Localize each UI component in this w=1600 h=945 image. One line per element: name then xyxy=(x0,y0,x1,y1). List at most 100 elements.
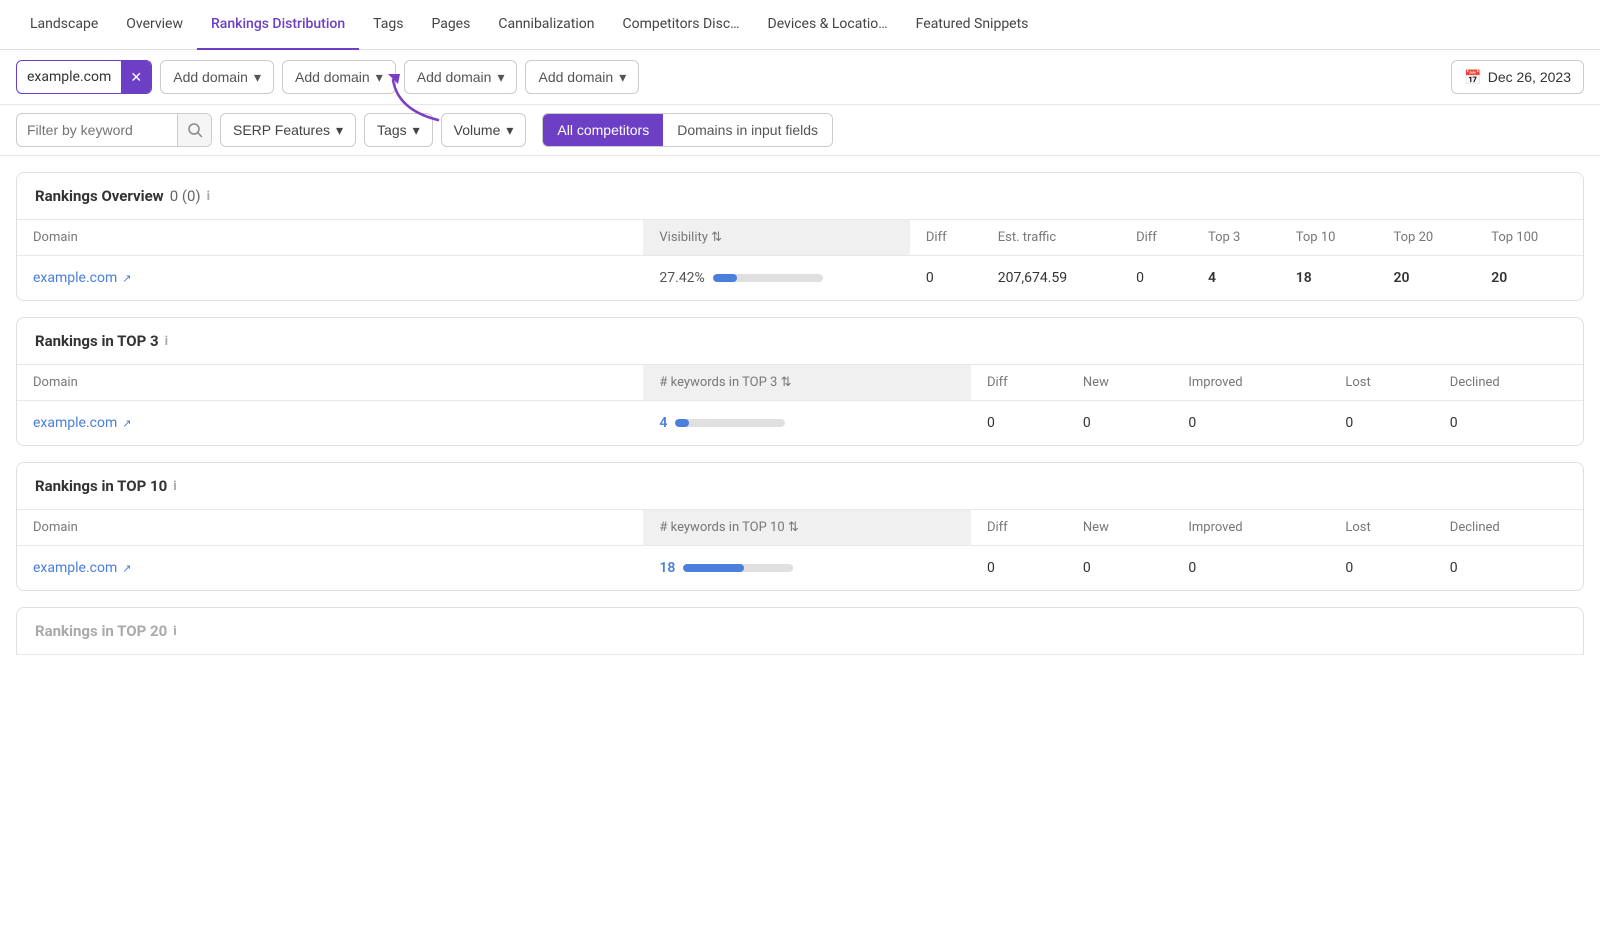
add-domain-button-4[interactable]: Add domain ▾ xyxy=(525,60,639,94)
main-content: Rankings Overview 0 (0) i Domain Visibil… xyxy=(0,156,1600,687)
col-new: New xyxy=(1067,365,1172,401)
rankings-overview-info[interactable]: i xyxy=(207,189,210,204)
add-domain-button-3[interactable]: Add domain ▾ xyxy=(404,60,518,94)
rankings-top10-title: Rankings in TOP 10 xyxy=(35,477,167,495)
col-top100: Top 100 xyxy=(1475,220,1583,256)
nav-overview[interactable]: Overview xyxy=(112,0,197,50)
col-diff: Diff xyxy=(971,365,1067,401)
toolbar: example.com ✕ Add domain ▾ Add domain ▾ … xyxy=(0,50,1600,105)
chevron-down-icon: ▾ xyxy=(497,69,504,86)
tags-dropdown[interactable]: Tags ▾ xyxy=(364,113,433,147)
nav-landscape[interactable]: Landscape xyxy=(16,0,112,50)
domain-link[interactable]: example.com ↗ xyxy=(33,560,627,576)
col-diff: Diff xyxy=(971,510,1067,546)
chevron-down-icon: ▾ xyxy=(336,122,343,139)
cell-domain: example.com ↗ xyxy=(17,401,643,446)
date-picker-button[interactable]: 📅 Dec 26, 2023 xyxy=(1451,60,1584,94)
rankings-overview-count: 0 (0) xyxy=(170,187,201,205)
keyword-filter-wrap xyxy=(16,113,212,147)
cell-top10[interactable]: 18 xyxy=(1280,256,1378,301)
keywords-bar-fill xyxy=(675,419,688,427)
table-row: example.com ↗ 27.42% xyxy=(17,256,1583,301)
nav-featured-snippets[interactable]: Featured Snippets xyxy=(902,0,1043,50)
col-diff2: Diff xyxy=(1120,220,1192,256)
nav-competitors-disc[interactable]: Competitors Disc… xyxy=(608,0,753,50)
add-domain-button-1[interactable]: Add domain ▾ xyxy=(160,60,274,94)
rankings-top10-info[interactable]: i xyxy=(173,479,176,494)
cell-improved: 0 xyxy=(1172,546,1329,591)
col-domain: Domain xyxy=(17,220,643,256)
add-domain-button-2[interactable]: Add domain ▾ xyxy=(282,60,396,94)
cell-keywords: 4 xyxy=(643,401,971,446)
domain-pill: example.com ✕ xyxy=(16,60,152,94)
rankings-overview-table: Domain Visibility ⇅ Diff Est. traffic Di… xyxy=(17,220,1583,300)
external-link-icon: ↗ xyxy=(122,417,131,430)
competitors-toggle-group: All competitors Domains in input fields xyxy=(542,113,833,147)
nav-cannibalization[interactable]: Cannibalization xyxy=(484,0,608,50)
col-top10: Top 10 xyxy=(1280,220,1378,256)
cell-top3[interactable]: 4 xyxy=(1192,256,1280,301)
all-competitors-button[interactable]: All competitors xyxy=(543,114,663,146)
col-visibility[interactable]: Visibility ⇅ xyxy=(643,220,909,256)
col-domain: Domain xyxy=(17,365,643,401)
cell-new: 0 xyxy=(1067,546,1172,591)
col-keywords-top3[interactable]: # keywords in TOP 3 ⇅ xyxy=(643,365,971,401)
rankings-top20-info[interactable]: i xyxy=(173,624,176,639)
keywords-bar-fill xyxy=(683,564,744,572)
cell-new: 0 xyxy=(1067,401,1172,446)
rankings-overview-header: Rankings Overview 0 (0) i xyxy=(17,173,1583,220)
keywords-bar-bg xyxy=(675,419,785,427)
domain-value: example.com xyxy=(17,69,121,85)
visibility-bar-fill xyxy=(713,274,737,282)
calendar-icon: 📅 xyxy=(1464,69,1481,86)
table-row: example.com ↗ 18 0 xyxy=(17,546,1583,591)
cell-diff1: 0 xyxy=(910,256,982,301)
visibility-bar-bg xyxy=(713,274,823,282)
col-declined: Declined xyxy=(1434,365,1583,401)
chevron-down-icon: ▾ xyxy=(413,122,420,139)
domains-in-input-fields-button[interactable]: Domains in input fields xyxy=(663,114,832,146)
col-new: New xyxy=(1067,510,1172,546)
nav-pages[interactable]: Pages xyxy=(417,0,484,50)
rankings-top3-table: Domain # keywords in TOP 3 ⇅ Diff New Im… xyxy=(17,365,1583,445)
cell-domain: example.com ↗ xyxy=(17,546,643,591)
top-nav: Landscape Overview Rankings Distribution… xyxy=(0,0,1600,50)
cell-top100[interactable]: 20 xyxy=(1475,256,1583,301)
rankings-overview-section: Rankings Overview 0 (0) i Domain Visibil… xyxy=(16,172,1584,301)
cell-top20[interactable]: 20 xyxy=(1378,256,1476,301)
remove-domain-button[interactable]: ✕ xyxy=(121,61,151,93)
col-top20: Top 20 xyxy=(1378,220,1476,256)
sort-icon: ⇅ xyxy=(711,230,722,245)
nav-devices-location[interactable]: Devices & Locatio… xyxy=(754,0,902,50)
col-improved: Improved xyxy=(1172,365,1329,401)
cell-declined: 0 xyxy=(1434,401,1583,446)
sort-icon: ⇅ xyxy=(781,375,792,390)
col-keywords-top10[interactable]: # keywords in TOP 10 ⇅ xyxy=(643,510,971,546)
col-diff1: Diff xyxy=(910,220,982,256)
cell-declined: 0 xyxy=(1434,546,1583,591)
rankings-top3-info[interactable]: i xyxy=(165,334,168,349)
rankings-top3-header: Rankings in TOP 3 i xyxy=(17,318,1583,365)
volume-dropdown[interactable]: Volume ▾ xyxy=(441,113,527,147)
col-domain: Domain xyxy=(17,510,643,546)
rankings-top10-header: Rankings in TOP 10 i xyxy=(17,463,1583,510)
rankings-overview-title: Rankings Overview xyxy=(35,187,164,205)
filter-row: SERP Features ▾ Tags ▾ Volume ▾ All comp… xyxy=(0,105,1600,156)
domain-link[interactable]: example.com ↗ xyxy=(33,415,627,431)
chevron-down-icon: ▾ xyxy=(376,69,383,86)
chevron-down-icon: ▾ xyxy=(506,122,513,139)
cell-domain: example.com ↗ xyxy=(17,256,643,301)
serp-features-dropdown[interactable]: SERP Features ▾ xyxy=(220,113,356,147)
cell-diff: 0 xyxy=(971,401,1067,446)
domain-link[interactable]: example.com ↗ xyxy=(33,270,627,286)
rankings-top10-table: Domain # keywords in TOP 10 ⇅ Diff New I… xyxy=(17,510,1583,590)
cell-keywords: 18 xyxy=(643,546,971,591)
keyword-search-button[interactable] xyxy=(177,113,211,147)
rankings-top20-title: Rankings in TOP 20 xyxy=(35,622,167,640)
keyword-filter-input[interactable] xyxy=(17,122,177,138)
nav-tags[interactable]: Tags xyxy=(359,0,417,50)
nav-rankings-distribution[interactable]: Rankings Distribution xyxy=(197,0,359,50)
col-est-traffic: Est. traffic xyxy=(982,220,1120,256)
rankings-top20-header: Rankings in TOP 20 i xyxy=(17,608,1583,655)
cell-visibility: 27.42% xyxy=(643,256,909,301)
